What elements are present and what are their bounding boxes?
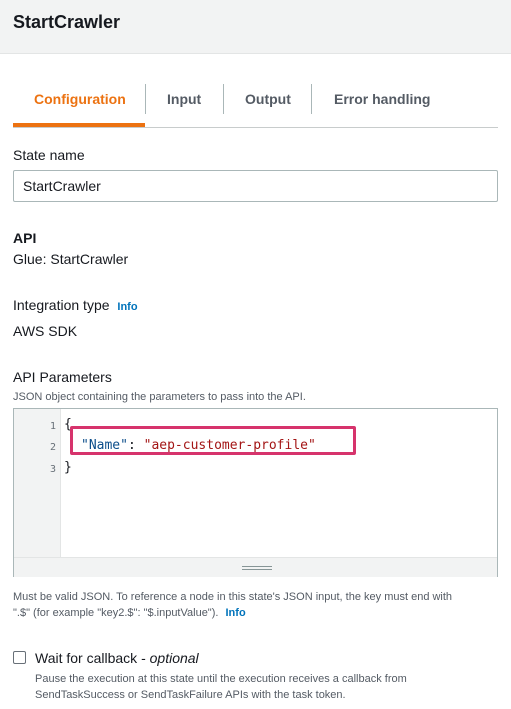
tab-divider xyxy=(145,84,146,114)
tab-divider xyxy=(311,84,312,114)
panel-title: StartCrawler xyxy=(13,12,121,32)
code-line-close-brace: } xyxy=(64,460,72,475)
line-number: 2 xyxy=(49,442,56,453)
json-help-info-link[interactable]: Info xyxy=(226,607,246,619)
api-value: Glue: StartCrawler xyxy=(13,251,129,267)
line-number: 3 xyxy=(49,464,56,475)
integration-info-link[interactable]: Info xyxy=(117,301,137,313)
tab-input[interactable]: Input xyxy=(167,78,201,126)
tab-output[interactable]: Output xyxy=(245,78,291,126)
optional-label: optional xyxy=(149,650,199,666)
state-name-label: State name xyxy=(13,147,85,163)
editor-resize-handle[interactable] xyxy=(14,557,497,577)
api-label: API xyxy=(13,230,37,246)
grip-line xyxy=(242,566,272,567)
panel-header: StartCrawler xyxy=(0,0,511,54)
api-parameters-description: JSON object containing the parameters to… xyxy=(13,391,306,403)
line-number-gutter: 1 2 3 xyxy=(14,409,61,557)
integration-type-label: Integration type xyxy=(13,297,110,313)
tab-configuration[interactable]: Configuration xyxy=(34,78,126,126)
json-help-text-example: ".$" (for example "key2.$": "$.inputValu… xyxy=(13,607,219,619)
state-name-input[interactable] xyxy=(13,170,498,202)
json-code-editor[interactable]: 1 2 3 { "Name": "aep-customer-profile" } xyxy=(13,408,498,577)
json-help-text-line1: Must be valid JSON. To reference a node … xyxy=(13,591,453,603)
tab-error-handling[interactable]: Error handling xyxy=(334,78,430,126)
callback-description-line2: SendTaskSuccess or SendTaskFailure APIs … xyxy=(35,689,346,701)
wait-for-callback-text: Wait for callback - xyxy=(35,650,150,666)
json-help-text-line2: ".$" (for example "key2.$": "$.inputValu… xyxy=(13,605,246,621)
wait-for-callback-checkbox[interactable] xyxy=(13,651,26,664)
active-tab-indicator xyxy=(13,123,145,127)
highlight-box xyxy=(70,426,356,455)
tab-divider xyxy=(223,84,224,114)
grip-line xyxy=(242,569,272,570)
integration-type-value: AWS SDK xyxy=(13,323,78,339)
line-number: 1 xyxy=(49,421,56,432)
callback-description-line1: Pause the execution at this state until … xyxy=(35,673,407,685)
wait-for-callback-label[interactable]: Wait for callback - optional xyxy=(35,650,199,666)
api-parameters-label: API Parameters xyxy=(13,369,112,385)
tab-bar: Configuration Input Output Error handlin… xyxy=(13,78,498,128)
integration-type-row: Integration type Info xyxy=(13,297,138,313)
